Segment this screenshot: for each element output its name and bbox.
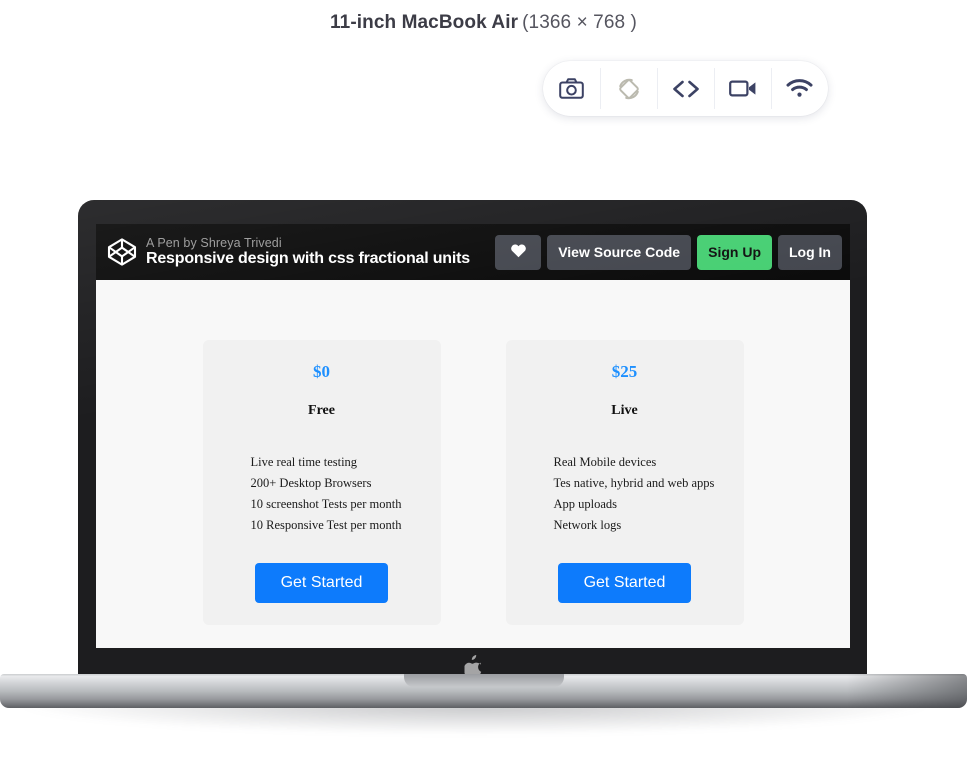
view-source-code-button[interactable]: View Source Code bbox=[547, 234, 692, 270]
codepen-navbar: A Pen by Shreya Trivedi Responsive desig… bbox=[96, 224, 850, 280]
log-in-button[interactable]: Log In bbox=[778, 234, 842, 270]
apple-logo-icon bbox=[463, 655, 481, 678]
get-started-button[interactable]: Get Started bbox=[254, 563, 389, 603]
wifi-icon bbox=[786, 79, 813, 98]
laptop-base bbox=[0, 674, 967, 708]
codepen-logo-icon[interactable] bbox=[106, 236, 138, 268]
base-notch bbox=[403, 674, 564, 687]
device-name: 11-inch MacBook Air bbox=[330, 12, 519, 33]
laptop-lid: A Pen by Shreya Trivedi Responsive desig… bbox=[78, 200, 867, 678]
love-button[interactable] bbox=[495, 234, 542, 270]
device-toolbar bbox=[543, 61, 828, 116]
laptop-shadow bbox=[22, 704, 927, 734]
network-button[interactable] bbox=[771, 61, 828, 116]
macbook-air-mockup: A Pen by Shreya Trivedi Responsive desig… bbox=[0, 195, 967, 761]
code-brackets-icon bbox=[670, 79, 702, 99]
device-preview-title: 11-inch MacBook Air (1366 × 768 ) bbox=[0, 12, 967, 34]
pricing-card-free: $0 Free Live real time testing 200+ Desk… bbox=[202, 340, 441, 625]
list-item: 10 Responsive Test per month bbox=[250, 518, 402, 532]
screenshot-button[interactable] bbox=[543, 61, 600, 116]
get-started-button[interactable]: Get Started bbox=[557, 563, 692, 603]
device-resolution: (1366 × 768 ) bbox=[522, 12, 637, 33]
sign-up-button[interactable]: Sign Up bbox=[697, 234, 772, 270]
price-amount: $0 bbox=[313, 362, 330, 381]
plan-name: Live bbox=[611, 403, 638, 418]
list-item: Network logs bbox=[553, 518, 622, 532]
pen-title: Responsive design with css fractional un… bbox=[146, 250, 470, 268]
rotate-button[interactable] bbox=[600, 61, 657, 116]
screen-rotation-icon bbox=[616, 76, 642, 102]
price-amount: $25 bbox=[611, 362, 638, 381]
list-item: Tes native, hybrid and web apps bbox=[553, 476, 715, 490]
feature-list: Live real time testing 200+ Desktop Brow… bbox=[203, 452, 441, 536]
camera-icon bbox=[559, 78, 584, 99]
codepen-title-block: A Pen by Shreya Trivedi Responsive desig… bbox=[146, 236, 495, 268]
list-item: Real Mobile devices bbox=[553, 455, 657, 469]
code-button[interactable] bbox=[657, 61, 714, 116]
video-camera-icon bbox=[728, 79, 757, 98]
codepen-actions: View Source Code Sign Up Log In bbox=[495, 234, 842, 270]
list-item: 10 screenshot Tests per month bbox=[250, 497, 402, 511]
heart-icon bbox=[510, 243, 527, 261]
feature-list: Real Mobile devices Tes native, hybrid a… bbox=[506, 452, 744, 536]
pen-author: A Pen by Shreya Trivedi bbox=[146, 236, 282, 251]
list-item: 200+ Desktop Browsers bbox=[250, 476, 372, 490]
pricing-section: $0 Free Live real time testing 200+ Desk… bbox=[96, 280, 850, 625]
record-video-button[interactable] bbox=[714, 61, 771, 116]
plan-name: Free bbox=[308, 403, 335, 418]
list-item: Live real time testing bbox=[250, 455, 358, 469]
pricing-card-live: $25 Live Real Mobile devices Tes native,… bbox=[505, 340, 744, 625]
device-screen: A Pen by Shreya Trivedi Responsive desig… bbox=[96, 224, 850, 648]
list-item: App uploads bbox=[553, 497, 618, 511]
